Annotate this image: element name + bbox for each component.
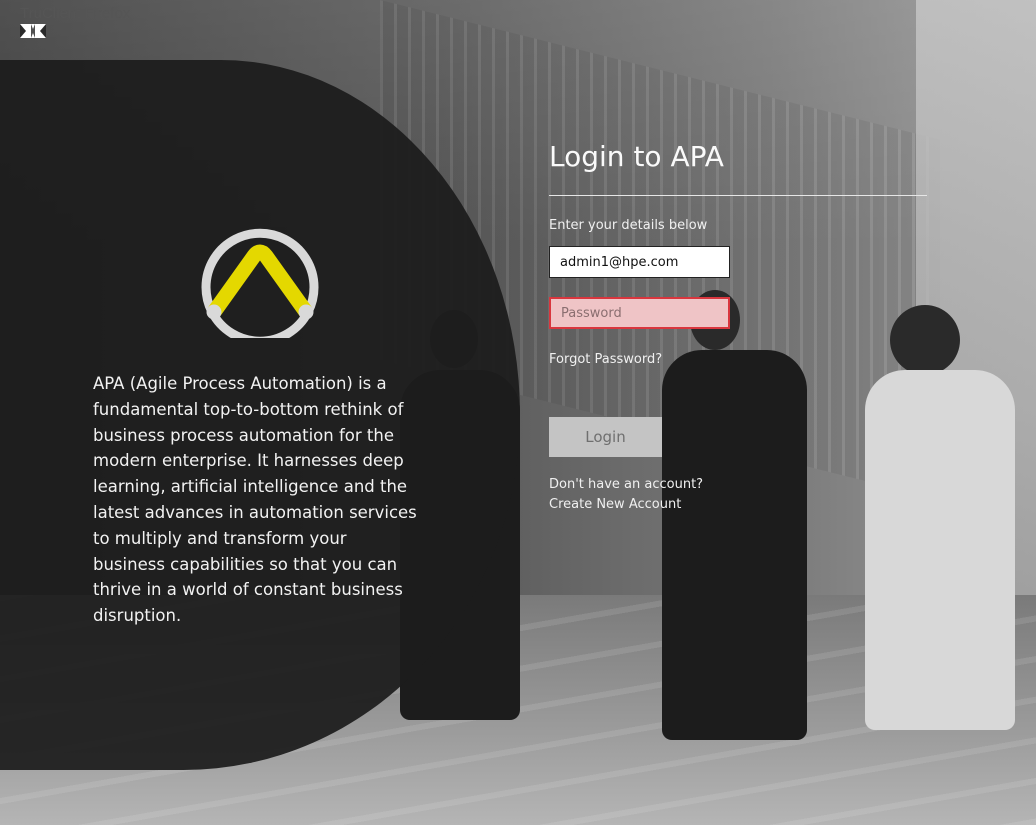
page-title: Login to APA bbox=[549, 140, 724, 173]
email-field[interactable] bbox=[549, 246, 730, 278]
forgot-password-link[interactable]: Forgot Password? bbox=[549, 352, 662, 367]
title-divider bbox=[549, 195, 927, 196]
person-head bbox=[890, 305, 960, 375]
password-field[interactable] bbox=[549, 297, 730, 329]
login-button[interactable]: Login bbox=[549, 417, 662, 457]
app-label: TruClient Firefox bbox=[20, 5, 131, 22]
apa-description: APA (Agile Process Automation) is a fund… bbox=[93, 374, 417, 626]
dx-mark-icon bbox=[20, 24, 46, 38]
create-account-link[interactable]: Create New Account bbox=[549, 497, 681, 512]
form-subtitle: Enter your details below bbox=[549, 218, 708, 233]
person-figure bbox=[662, 350, 807, 740]
no-account-text: Don't have an account? bbox=[549, 477, 704, 492]
apa-logo-icon bbox=[201, 228, 319, 338]
person-figure bbox=[865, 370, 1015, 730]
